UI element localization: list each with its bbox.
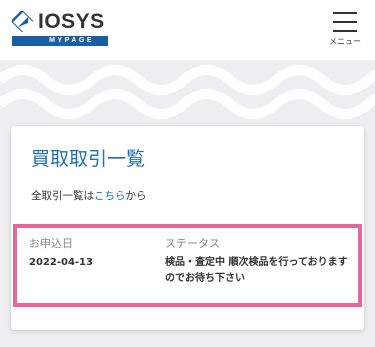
menu-button[interactable]: メニュー [322,12,368,52]
all-transactions-link[interactable]: こちら [94,190,126,202]
all-transactions-note: 全取引一覧はこちらから [31,189,147,203]
site-header: IOSYS MYPAGE メニュー [0,0,375,60]
date-header: お申込日 [29,237,73,250]
date-value: 2022-04-13 [29,257,93,268]
page-title: 買取取引一覧 [31,148,146,170]
status-value: 検品・査定中 順次検品を行っておりますのでお待ち下さい [165,257,348,284]
note-prefix: 全取引一覧は [31,190,94,202]
note-suffix: から [125,190,147,202]
hamburger-icon [333,12,357,32]
transaction-row[interactable]: お申込日 2022-04-13 ステータス 検品・査定中 順次検品を行っておりま… [13,224,362,307]
iosys-logo[interactable]: IOSYS MYPAGE [12,10,108,46]
date-column: お申込日 2022-04-13 [29,236,149,271]
transaction-card: 買取取引一覧 全取引一覧はこちらから お申込日 2022-04-13 ステータス… [11,126,364,330]
logo-top: IOSYS [12,10,105,34]
logo-subtext: MYPAGE [12,36,108,46]
menu-label: メニュー [329,37,361,46]
status-column: ステータス 検品・査定中 順次検品を行っておりますのでお待ち下さい [165,236,355,287]
status-header: ステータス [165,237,220,250]
wave-decoration [0,65,375,119]
logo-mark-icon [12,11,34,33]
logo-text: IOSYS [38,10,105,33]
